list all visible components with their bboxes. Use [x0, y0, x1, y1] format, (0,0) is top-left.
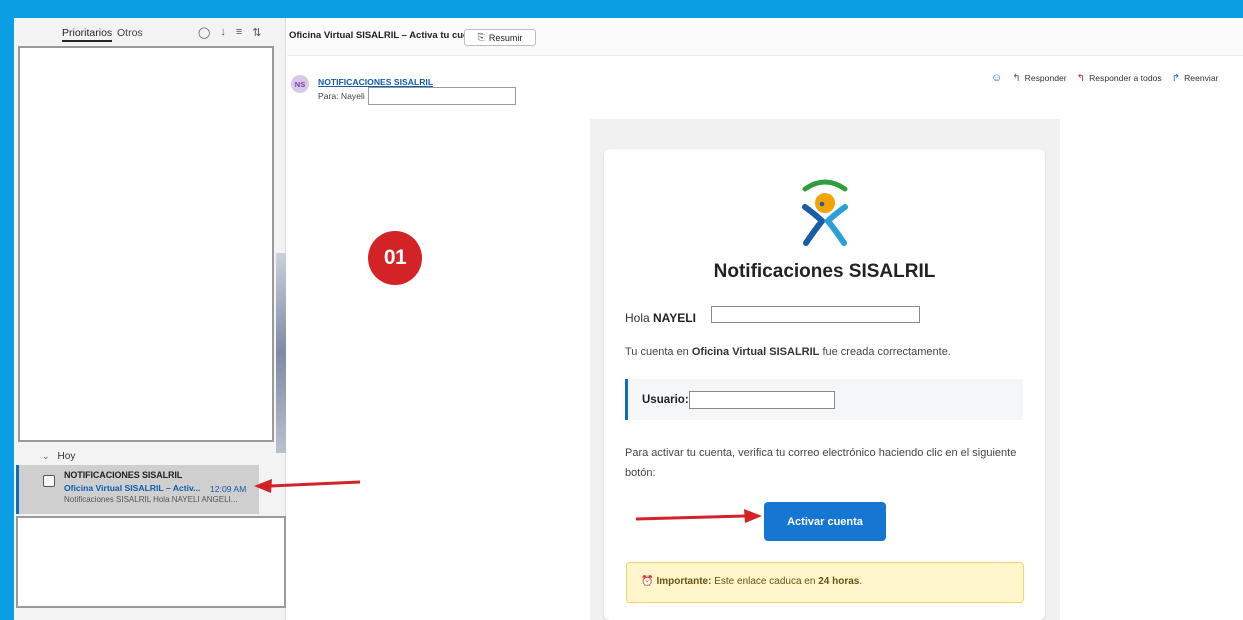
- filter-circle-icon[interactable]: ◯: [198, 26, 210, 39]
- mail-preview: Notificaciones SISALRIL Hola NAYELI ANGE…: [64, 495, 238, 504]
- smiley-icon: ☺: [991, 72, 1003, 84]
- chevron-down-icon: ⌄: [42, 451, 50, 461]
- step-number-badge: 01: [368, 231, 422, 285]
- reply-all-icon: ↰: [1076, 72, 1086, 84]
- filter-icon[interactable]: ≡: [236, 26, 242, 39]
- sender-name[interactable]: NOTIFICACIONES SISALRIL: [318, 77, 433, 87]
- email-card: Notificaciones SISALRIL Hola NAYELI Tu c…: [604, 149, 1045, 620]
- brand-title: Notificaciones SISALRIL: [713, 261, 936, 282]
- redacted-area-top: [18, 46, 274, 442]
- forward-label: Reenviar: [1184, 73, 1219, 83]
- background-strip: [276, 253, 286, 453]
- redacted-area-bottom: [16, 516, 286, 608]
- warning-body: Este enlace caduca en: [711, 576, 819, 587]
- sisalril-logo-icon: [802, 179, 848, 246]
- redacted-name: [711, 306, 920, 323]
- recipient-line: Para: Nayeli: [318, 91, 365, 101]
- username-label: Usuario:: [642, 394, 689, 406]
- summarize-icon: ⎘: [477, 32, 485, 42]
- alarm-clock-icon: ⏰: [641, 576, 654, 587]
- greeting-prefix: Hola: [625, 311, 654, 325]
- summarize-button[interactable]: ⎘ Resumir: [464, 29, 536, 46]
- redacted-recipient: [368, 87, 516, 105]
- created-suffix: fue creada correctamente.: [819, 346, 951, 358]
- reply-icon: ↰: [1012, 72, 1021, 84]
- created-prefix: Tu cuenta en: [625, 346, 692, 358]
- account-created-text: Tu cuenta en Oficina Virtual SISALRIL fu…: [625, 346, 951, 358]
- avatar[interactable]: NS: [291, 75, 309, 93]
- group-header-hoy[interactable]: ⌄ Hoy: [42, 451, 75, 462]
- group-label: Hoy: [57, 451, 76, 462]
- blue-frame-top: [0, 0, 1243, 18]
- warning-strong: Importante:: [656, 576, 712, 587]
- list-toolbar: ◯ ↓ ≡ ⇅: [198, 26, 261, 39]
- select-checkbox[interactable]: [43, 475, 55, 487]
- mail-sender: NOTIFICACIONES SISALRIL: [64, 470, 183, 480]
- reply-label: Responder: [1024, 73, 1067, 83]
- download-icon[interactable]: ↓: [220, 26, 226, 39]
- summarize-label: Resumir: [488, 32, 523, 43]
- sort-icon[interactable]: ⇅: [252, 26, 261, 39]
- tab-prioritarios[interactable]: Prioritarios: [62, 27, 113, 42]
- warning-text: ⏰ Importante: Este enlace caduca en 24 ho…: [641, 576, 862, 587]
- created-strong: Oficina Virtual SISALRIL: [691, 346, 820, 358]
- greeting-name: NAYELI: [653, 311, 696, 325]
- blue-frame-left: [0, 0, 14, 620]
- warning-hours: 24 horas: [818, 576, 860, 587]
- tab-otros[interactable]: Otros: [117, 27, 143, 39]
- greeting: Hola NAYELI: [625, 311, 696, 325]
- email-subject: Oficina Virtual SISALRIL – Activa tu cue…: [289, 30, 483, 41]
- redacted-username: [689, 391, 835, 409]
- email-body-background: Notificaciones SISALRIL Hola NAYELI Tu c…: [590, 119, 1060, 620]
- mail-time: 12:09 AM: [210, 484, 247, 494]
- mail-subject: Oficina Virtual SISALRIL – Activ...: [64, 483, 201, 493]
- expiry-warning: ⏰ Importante: Este enlace caduca en 24 ho…: [626, 562, 1024, 603]
- reading-pane: Oficina Virtual SISALRIL – Activa tu cue…: [287, 18, 1243, 620]
- activate-account-button[interactable]: Activar cuenta: [764, 502, 886, 541]
- reply-button[interactable]: ↰ Responder: [1012, 73, 1066, 84]
- forward-button[interactable]: ↱ Reenviar: [1172, 73, 1219, 84]
- username-box: Usuario:: [625, 379, 1023, 420]
- reading-pane-header: Oficina Virtual SISALRIL – Activa tu cue…: [287, 18, 1243, 56]
- forward-icon: ↱: [1171, 72, 1181, 84]
- list-item-selected-email[interactable]: NOTIFICACIONES SISALRIL Oficina Virtual …: [16, 465, 259, 514]
- message-list-pane: Prioritarios Otros ◯ ↓ ≡ ⇅ ⌄ Hoy NOTIFIC…: [14, 18, 286, 620]
- emoji-reaction-button[interactable]: ☺: [991, 72, 1002, 84]
- message-actions: ☺ ↰ Responder ↰ Responder a todos ↱ Reen…: [991, 72, 1218, 84]
- message-list-header: Prioritarios Otros ◯ ↓ ≡ ⇅: [14, 18, 286, 46]
- reply-all-label: Responder a todos: [1089, 73, 1162, 83]
- activate-instructions: Para activar tu cuenta, verifica tu corr…: [625, 447, 1017, 479]
- reply-all-button[interactable]: ↰ Responder a todos: [1077, 73, 1162, 84]
- warning-end: .: [859, 576, 863, 587]
